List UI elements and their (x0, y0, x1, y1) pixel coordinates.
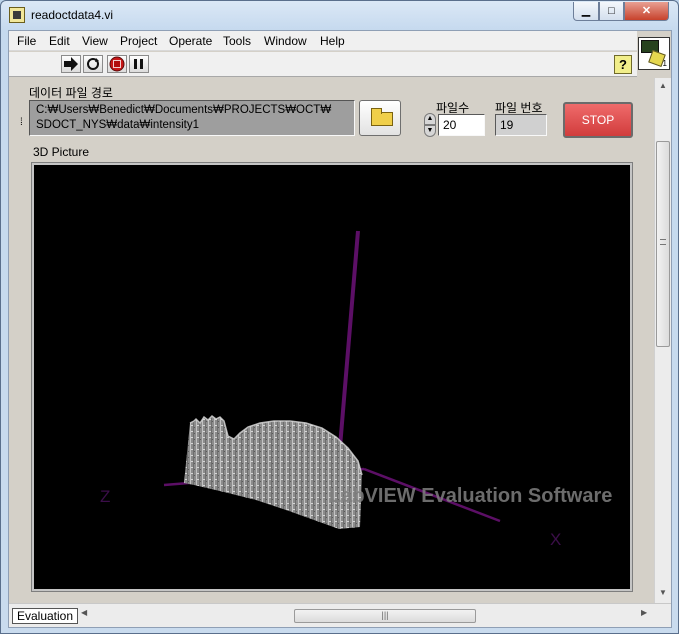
front-panel-window: File Edit View Project Operate Tools Win… (8, 30, 672, 628)
scroll-up-arrow-icon[interactable]: ▲ (655, 78, 671, 94)
horizontal-scroll-thumb[interactable]: ||| (294, 609, 476, 623)
path-line-2: SDOCT_NYS₩data₩intensity1 (36, 119, 199, 131)
menu-file[interactable]: File (17, 34, 36, 48)
toolbar: ? (9, 52, 637, 77)
data-file-path-field[interactable]: ⁞ C:₩Users₩Benedict₩Documents₩PROJECTS₩O… (20, 100, 355, 136)
scroll-grip-icon (660, 239, 666, 245)
path-indicator-icon: ⁞ (20, 117, 23, 128)
menu-tools[interactable]: Tools (223, 34, 251, 48)
3d-picture-display[interactable]: Z X (34, 165, 630, 589)
vi-connector-icon[interactable]: 1 (638, 37, 670, 70)
menu-project[interactable]: Project (120, 34, 157, 48)
run-continuously-icon (87, 58, 99, 70)
application-window: readoctdata4.vi ▁ □ ✕ File Edit View Pro… (0, 0, 679, 634)
evaluation-tag: Evaluation (12, 608, 78, 624)
context-help-button[interactable]: ? (614, 55, 632, 74)
path-line-1: C:₩Users₩Benedict₩Documents₩PROJECTS₩OCT… (36, 104, 332, 116)
oct-intensity-surface (184, 416, 362, 529)
stop-button[interactable]: STOP (563, 102, 633, 138)
scroll-left-arrow-icon[interactable]: ◀ (81, 608, 87, 617)
y-axis-line (338, 230, 360, 448)
close-button[interactable]: ✕ (624, 2, 669, 21)
menu-help[interactable]: Help (320, 34, 345, 48)
decrement-arrow-icon[interactable]: ▼ (424, 125, 436, 137)
minimize-button[interactable]: ▁ (573, 2, 599, 21)
menu-bar: File Edit View Project Operate Tools Win… (9, 31, 637, 51)
status-bar: Evaluation ◀ ||| ▶ (9, 603, 671, 627)
3d-picture-frame: Z X (31, 162, 633, 592)
vertical-scrollbar[interactable]: ▲ ▼ (654, 78, 671, 603)
window-title: readoctdata4.vi (31, 8, 114, 22)
pause-button[interactable] (129, 55, 149, 73)
file-index-indicator: 19 (495, 114, 547, 136)
increment-arrow-icon[interactable]: ▲ (424, 113, 436, 125)
maximize-button[interactable]: □ (599, 2, 624, 21)
front-panel: 데이터 파일 경로 ⁞ C:₩Users₩Benedict₩Documents₩… (9, 78, 654, 603)
scroll-right-arrow-icon[interactable]: ▶ (641, 608, 647, 617)
x-axis-label: X (550, 530, 561, 549)
vi-app-icon (9, 7, 25, 23)
browse-folder-button[interactable] (359, 100, 401, 136)
title-bar[interactable]: readoctdata4.vi ▁ □ ✕ (1, 1, 678, 29)
vertical-scroll-thumb[interactable] (656, 141, 670, 347)
run-button[interactable] (61, 55, 81, 73)
menu-edit[interactable]: Edit (49, 34, 70, 48)
abort-button[interactable] (107, 55, 127, 73)
evaluation-watermark: LabVIEW Evaluation Software (329, 485, 613, 507)
vi-icon-number: 1 (662, 59, 667, 68)
path-control-label: 데이터 파일 경로 (29, 86, 113, 100)
horizontal-scrollbar[interactable]: ||| (94, 608, 639, 624)
run-arrow-icon (64, 57, 78, 71)
z-axis-label: Z (100, 487, 110, 506)
picture-label: 3D Picture (33, 145, 90, 159)
scroll-down-arrow-icon[interactable]: ▼ (655, 585, 671, 601)
menu-operate[interactable]: Operate (169, 34, 212, 48)
run-continuously-button[interactable] (83, 55, 103, 73)
abort-stop-icon (109, 56, 125, 72)
pause-icon (134, 59, 143, 69)
file-count-input[interactable]: 20 (438, 114, 485, 136)
menu-window[interactable]: Window (264, 34, 307, 48)
3d-scene: Z X (100, 230, 561, 549)
file-count-spinner[interactable]: ▲ ▼ (424, 113, 436, 137)
menu-view[interactable]: View (82, 34, 108, 48)
folder-icon (371, 108, 393, 126)
